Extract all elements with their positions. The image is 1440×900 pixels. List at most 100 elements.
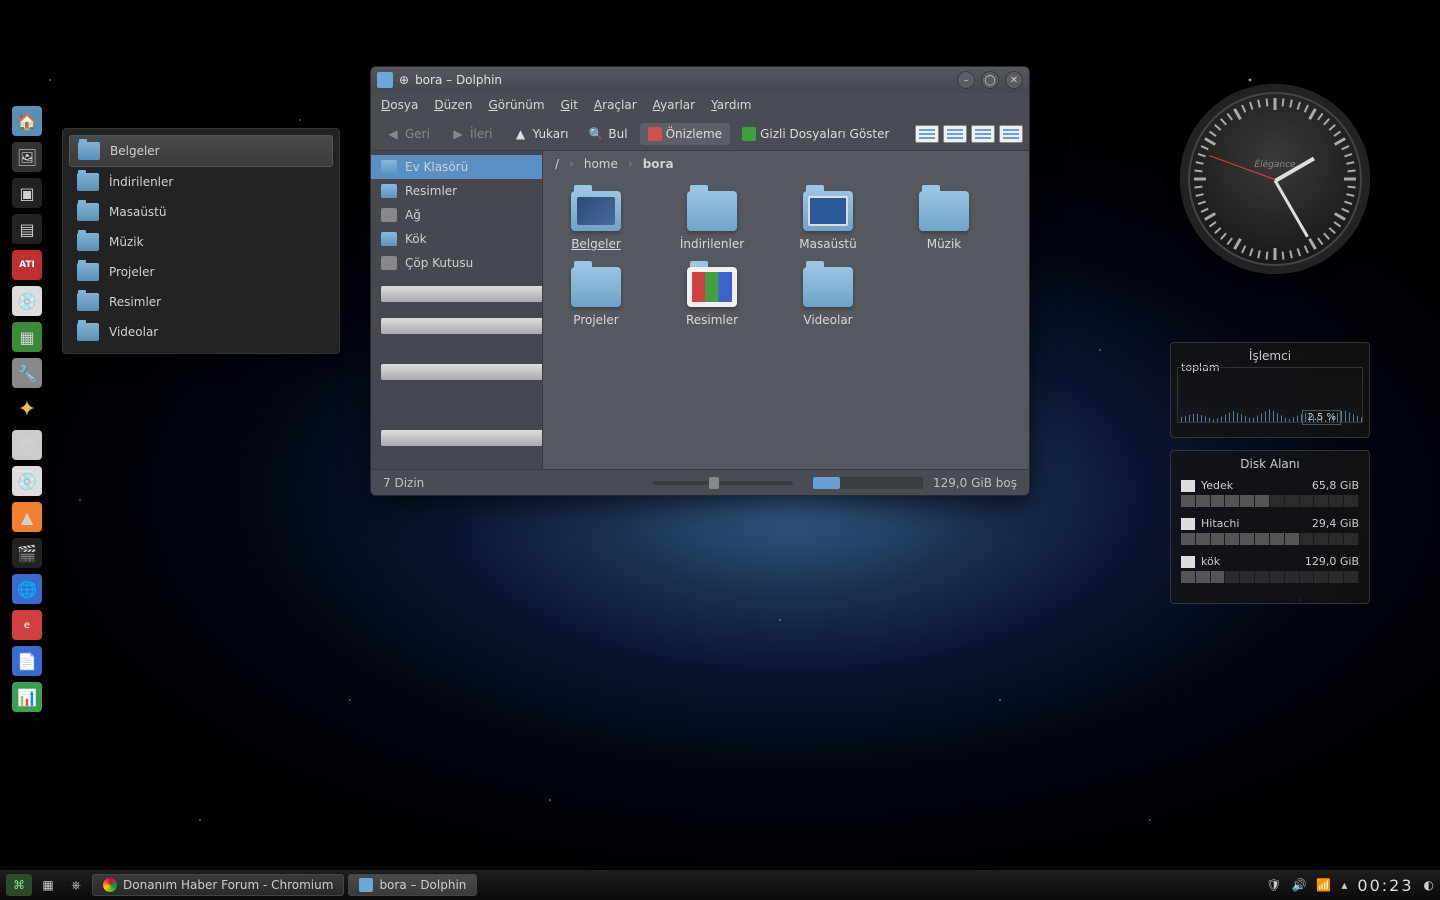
file-resimler[interactable]: Resimler — [667, 267, 757, 327]
system-tray: 🛡 🔊 📶 ▴ 00:23 ◐ — [1266, 876, 1434, 895]
titlebar[interactable]: ⊕ bora – Dolphin – ◯ ✕ — [371, 67, 1029, 93]
view-icons-button[interactable] — [915, 125, 939, 143]
breadcrumb[interactable]: / › home › bora — [543, 151, 1029, 177]
menu-dosya[interactable]: Dosya — [381, 98, 418, 112]
sidebar-disk100[interactable]: 100,0 MB Disk Sürücü — [371, 339, 542, 405]
dock-pictures-icon[interactable]: 🖼 — [12, 142, 42, 172]
file-projeler[interactable]: Projeler — [551, 267, 641, 327]
file-belgeler[interactable]: Belgeler — [551, 191, 641, 251]
dock-video-icon[interactable]: 🎬 — [12, 538, 42, 568]
logout-icon[interactable]: ◐ — [1424, 878, 1434, 892]
view-columns-button[interactable] — [999, 125, 1023, 143]
dock-terminal2-icon[interactable]: ▤ — [12, 214, 42, 244]
menu-duzen[interactable]: Düzen — [434, 98, 472, 112]
forward-button[interactable]: ▶İleri — [442, 122, 501, 146]
breadcrumb-current[interactable]: bora — [643, 157, 674, 171]
dock-cd-icon[interactable]: 💿 — [12, 466, 42, 496]
back-button[interactable]: ◀Geri — [377, 122, 438, 146]
menu-araclar[interactable]: Araçlar — [594, 98, 637, 112]
folder-icon — [77, 293, 99, 311]
dock-home-icon[interactable]: 🏠 — [12, 106, 42, 136]
sidebar-ag[interactable]: Ağ — [371, 203, 542, 227]
quick-launch-2[interactable]: ⎈ — [64, 874, 88, 896]
breadcrumb-home[interactable]: home — [584, 157, 618, 171]
popup-item-videolar[interactable]: Videolar — [69, 317, 333, 347]
minimize-button[interactable]: – — [957, 71, 975, 89]
dolphin-icon — [359, 878, 373, 892]
sidebar-readyboost[interactable]: READY BOOST — [371, 275, 542, 313]
zoom-slider[interactable] — [653, 481, 793, 485]
dock-vlc-icon[interactable]: ▲ — [12, 502, 42, 532]
folder-icon — [77, 173, 99, 191]
menu-git[interactable]: Git — [561, 98, 578, 112]
popup-label: Masaüstü — [109, 205, 166, 219]
up-button[interactable]: ▲Yukarı — [504, 122, 576, 146]
disk-icon — [381, 430, 543, 446]
sidebar-resimler[interactable]: Resimler — [371, 179, 542, 203]
menu-ayarlar[interactable]: Ayarlar — [653, 98, 695, 112]
menu-yardim[interactable]: Yardım — [711, 98, 751, 112]
hidden-files-button[interactable]: Gizli Dosyaları Göster — [734, 123, 897, 145]
find-button[interactable]: 🔍Bul — [580, 122, 635, 146]
icon-view[interactable]: Belgeler İndirilenler Masaüstü Müzik Pro… — [543, 177, 1029, 469]
dock-calc-icon[interactable]: 📊 — [12, 682, 42, 712]
view-details-button[interactable] — [971, 125, 995, 143]
task-dolphin[interactable]: bora – Dolphin — [348, 874, 477, 896]
dock-star-icon[interactable]: ✦ — [12, 394, 42, 424]
dock-web-icon[interactable]: 🌐 — [12, 574, 42, 604]
clock-widget[interactable]: Élégance — [1180, 84, 1370, 274]
arrow-right-icon: ▶ — [450, 126, 466, 142]
popup-item-muzik[interactable]: Müzik — [69, 227, 333, 257]
disk-bar — [1181, 571, 1359, 583]
breadcrumb-root[interactable]: / — [555, 157, 559, 171]
clock-text[interactable]: 00:23 — [1357, 876, 1413, 895]
dock-disc-icon[interactable]: 💿 — [12, 286, 42, 316]
sidebar-cop[interactable]: Çöp Kutusu — [371, 251, 542, 275]
folder-icon — [77, 233, 99, 251]
dock-ati-icon[interactable]: ATI — [12, 250, 42, 280]
tray-arrow-icon[interactable]: ▴ — [1341, 878, 1347, 892]
quick-launch-1[interactable]: ▦ — [36, 874, 60, 896]
task-chromium[interactable]: Donanım Haber Forum - Chromium — [92, 874, 344, 896]
file-videolar[interactable]: Videolar — [783, 267, 873, 327]
maximize-button[interactable]: ◯ — [981, 71, 999, 89]
pin-icon[interactable]: ⊕ — [399, 73, 409, 87]
popup-item-resimler[interactable]: Resimler — [69, 287, 333, 317]
disk-widget[interactable]: Disk Alanı Yedek65,8 GiB Hitachi29,4 GiB… — [1170, 450, 1370, 604]
file-muzik[interactable]: Müzik — [899, 191, 989, 251]
sidebar-home[interactable]: Ev Klasörü — [371, 155, 542, 179]
dock-apps-icon[interactable]: ▦ — [12, 322, 42, 352]
start-button[interactable]: ⌘ — [6, 874, 32, 896]
dock-pdf-icon[interactable]: e — [12, 610, 42, 640]
file-indirilenler[interactable]: İndirilenler — [667, 191, 757, 251]
status-free: 129,0 GiB boş — [933, 476, 1017, 490]
folder-icon — [381, 184, 397, 198]
popup-label: Müzik — [109, 235, 144, 249]
disk-icon — [1181, 518, 1195, 530]
shield-icon[interactable]: 🛡 — [1266, 878, 1281, 892]
popup-item-belgeler[interactable]: Belgeler — [69, 135, 333, 167]
preview-button[interactable]: Önizleme — [640, 123, 730, 145]
popup-item-projeler[interactable]: Projeler — [69, 257, 333, 287]
cpu-widget[interactable]: İşlemci toplam 2.5 % — [1170, 342, 1370, 438]
sidebar-yedek[interactable]: Yedek — [371, 313, 542, 339]
menu-gorunum[interactable]: Görünüm — [488, 98, 544, 112]
sidebar-disk74[interactable]: 74,4 GB Disk Sürücü — [371, 405, 542, 469]
dock-settings-icon[interactable]: 🔧 — [12, 358, 42, 388]
view-compact-button[interactable] — [943, 125, 967, 143]
free-space-bar — [813, 477, 923, 489]
minute-hand — [1274, 180, 1309, 238]
dock-writer-icon[interactable]: 📄 — [12, 646, 42, 676]
dock-terminal-icon[interactable]: ▣ — [12, 178, 42, 208]
sidebar-kok[interactable]: Kök — [371, 227, 542, 251]
volume-icon[interactable]: 🔊 — [1291, 878, 1306, 892]
close-button[interactable]: ✕ — [1005, 71, 1023, 89]
popup-item-indirilenler[interactable]: İndirilenler — [69, 167, 333, 197]
popup-label: Videolar — [109, 325, 158, 339]
network-icon[interactable]: 📶 — [1316, 878, 1331, 892]
file-masaustu[interactable]: Masaüstü — [783, 191, 873, 251]
folder-icon — [803, 191, 853, 231]
dock-monitor-icon[interactable]: 🖥 — [12, 430, 42, 460]
popup-item-masaustu[interactable]: Masaüstü — [69, 197, 333, 227]
disk-row-hitachi: Hitachi29,4 GiB — [1181, 517, 1359, 545]
